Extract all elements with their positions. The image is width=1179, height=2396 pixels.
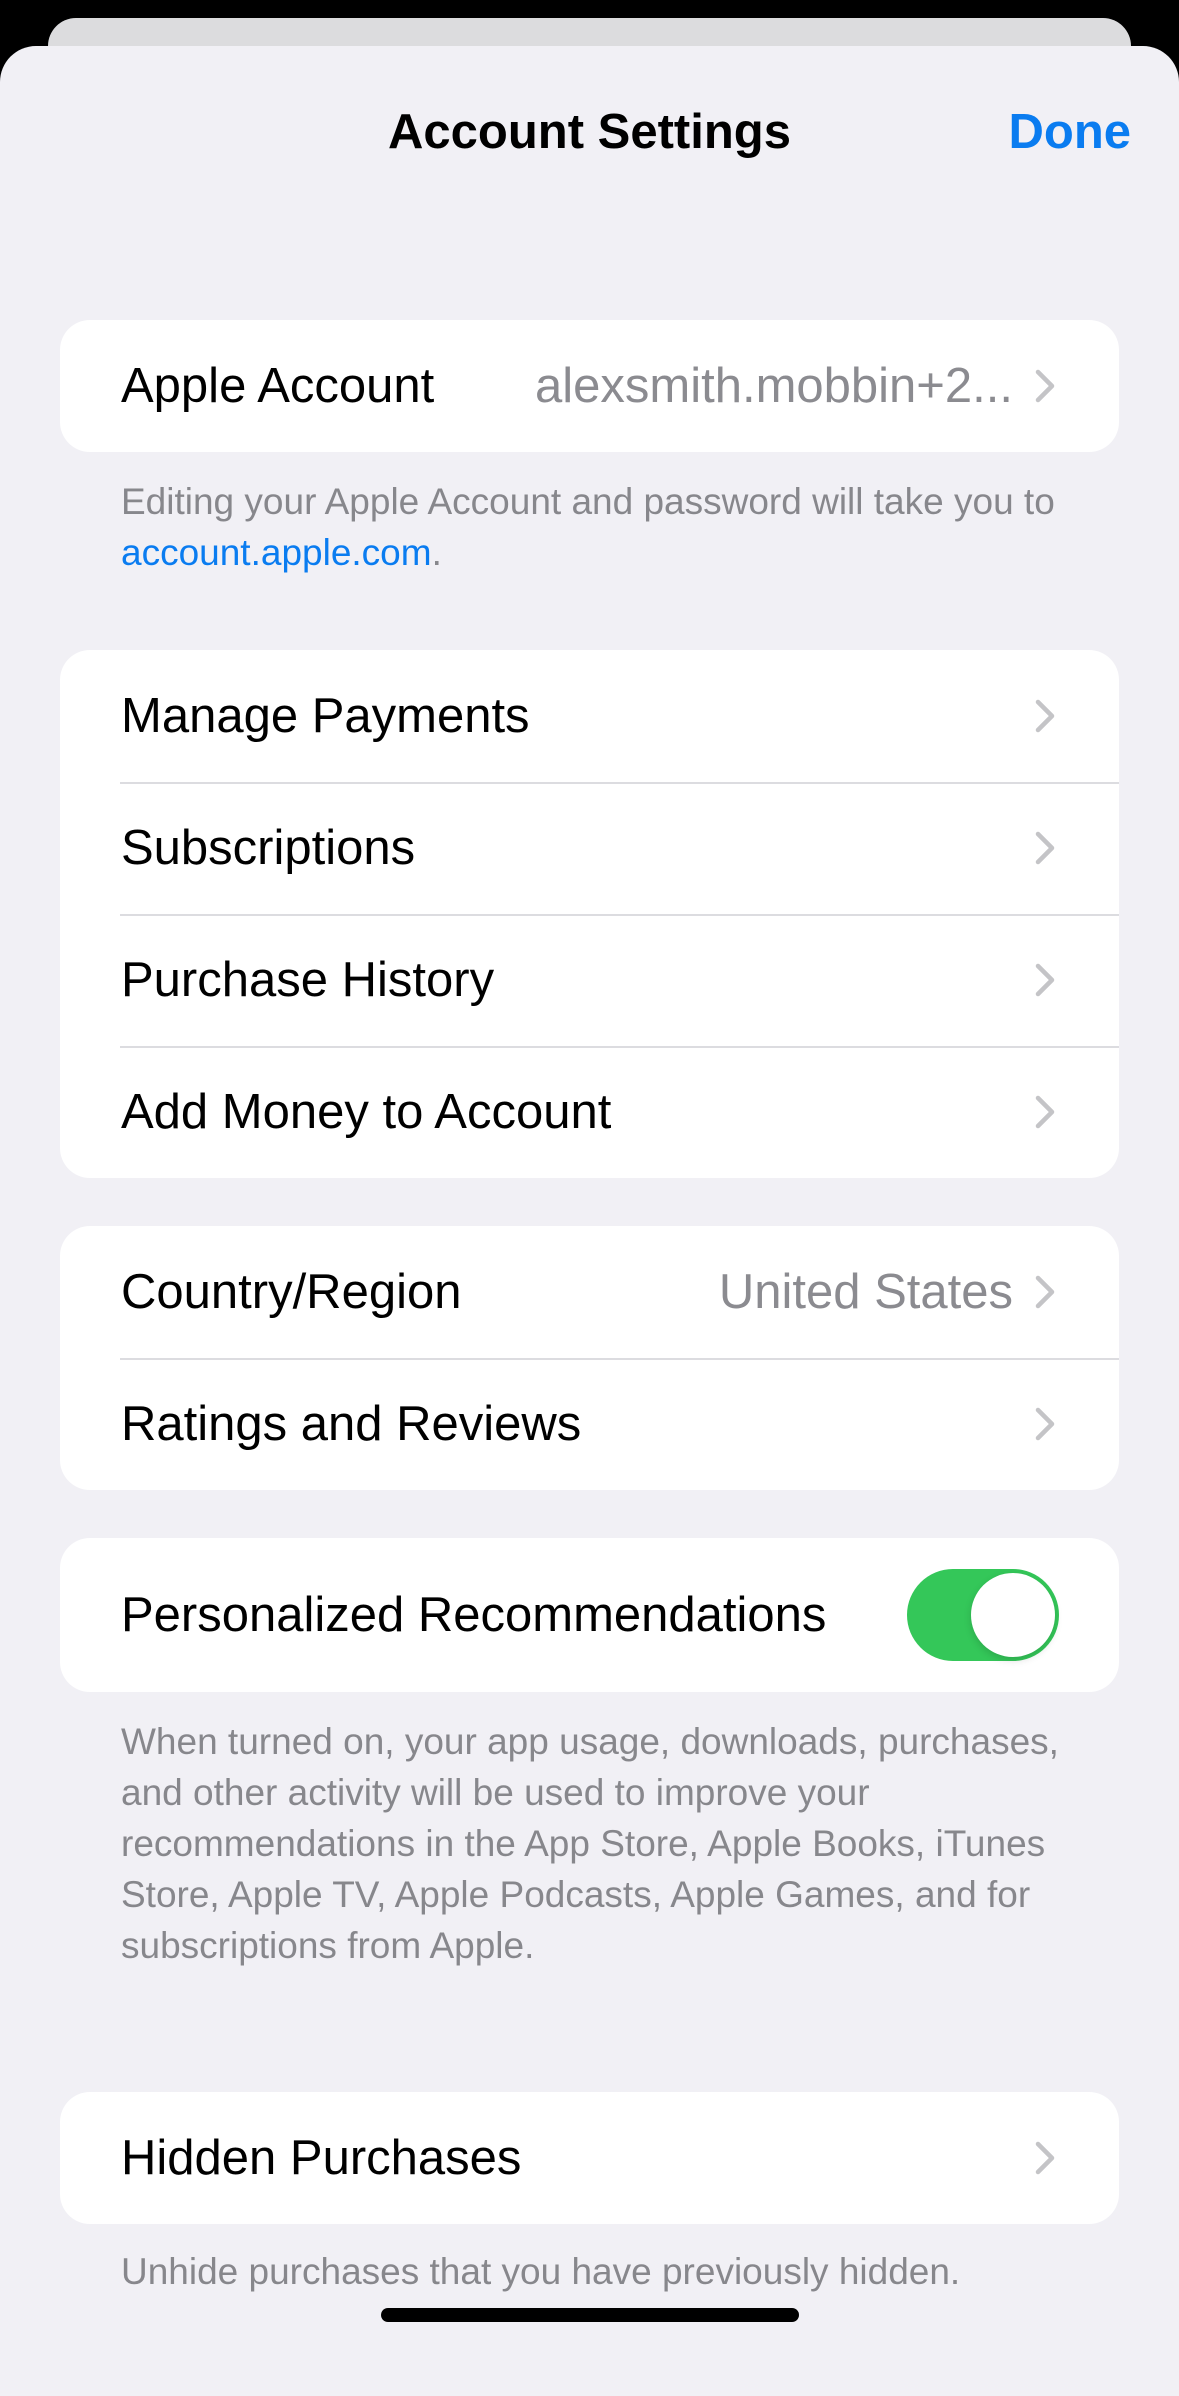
apple-account-row[interactable]: Apple Account alexsmith.mobbin+2...: [60, 320, 1119, 452]
chevron-right-icon: [1035, 699, 1055, 733]
region-group: Country/Region United States Ratings and…: [60, 1226, 1119, 1490]
add-money-label: Add Money to Account: [121, 1085, 612, 1139]
hidden-purchases-group: Hidden Purchases: [60, 2092, 1119, 2224]
chevron-right-icon: [1035, 831, 1055, 865]
done-button[interactable]: Done: [1009, 102, 1132, 162]
chevron-right-icon: [1035, 2141, 1055, 2175]
account-footnote-text: Editing your Apple Account and password …: [121, 481, 1055, 522]
account-group: Apple Account alexsmith.mobbin+2...: [60, 320, 1119, 452]
recommendations-group: Personalized Recommendations: [60, 1538, 1119, 1692]
chevron-right-icon: [1035, 1407, 1055, 1441]
page-title: Account Settings: [388, 105, 791, 159]
subscriptions-row[interactable]: Subscriptions: [60, 782, 1119, 914]
account-footnote-period: .: [431, 532, 442, 573]
country-region-label: Country/Region: [121, 1265, 462, 1319]
country-region-value: United States: [718, 1265, 1013, 1319]
chevron-right-icon: [1035, 1095, 1055, 1129]
add-money-row[interactable]: Add Money to Account: [60, 1046, 1119, 1178]
hidden-purchases-footnote: Unhide purchases that you have previousl…: [121, 2251, 961, 2292]
country-region-row[interactable]: Country/Region United States: [60, 1226, 1119, 1358]
hidden-purchases-label: Hidden Purchases: [121, 2131, 522, 2185]
personalized-recommendations-label: Personalized Recommendations: [121, 1588, 827, 1642]
chevron-right-icon: [1035, 369, 1055, 403]
recommendations-footnote: When turned on, your app usage, download…: [121, 1721, 1059, 1966]
account-footnote: Editing your Apple Account and password …: [121, 476, 1061, 578]
toggle-knob: [971, 1573, 1055, 1657]
home-indicator: [381, 2308, 799, 2322]
chevron-right-icon: [1035, 1275, 1055, 1309]
apple-account-label: Apple Account: [121, 359, 435, 413]
purchase-history-row[interactable]: Purchase History: [60, 914, 1119, 1046]
subscriptions-label: Subscriptions: [121, 821, 416, 875]
payments-group: Manage Payments Subscriptions Purchase H…: [60, 650, 1119, 1178]
personalized-recommendations-toggle[interactable]: [907, 1569, 1059, 1661]
apple-account-value: alexsmith.mobbin+2...: [535, 359, 1013, 413]
ratings-reviews-row[interactable]: Ratings and Reviews: [60, 1358, 1119, 1490]
manage-payments-label: Manage Payments: [121, 689, 530, 743]
ratings-reviews-label: Ratings and Reviews: [121, 1397, 582, 1451]
chevron-right-icon: [1035, 963, 1055, 997]
hidden-purchases-row[interactable]: Hidden Purchases: [60, 2092, 1119, 2224]
purchase-history-label: Purchase History: [121, 953, 495, 1007]
personalized-recommendations-row: Personalized Recommendations: [60, 1538, 1119, 1692]
account-settings-sheet: Account Settings Done Apple Account alex…: [0, 46, 1179, 2396]
manage-payments-row[interactable]: Manage Payments: [60, 650, 1119, 782]
account-apple-link[interactable]: account.apple.com: [121, 532, 432, 573]
